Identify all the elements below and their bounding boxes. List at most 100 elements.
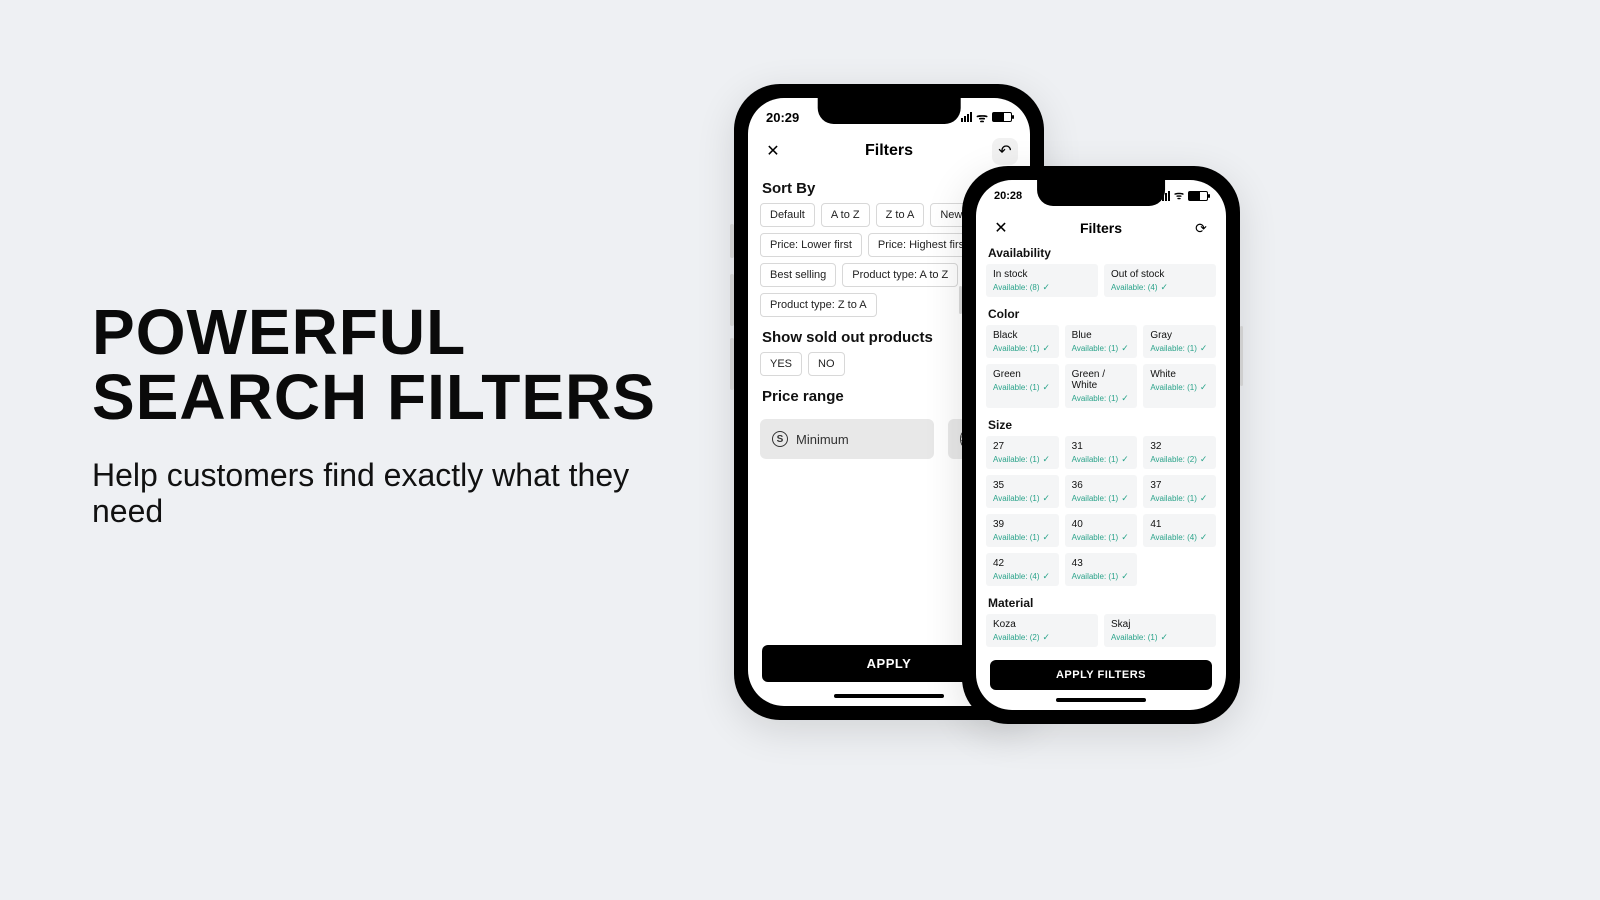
filter-tile[interactable]: 42Available: (4)✓: [986, 553, 1059, 586]
sort-chip[interactable]: Product type: A to Z: [842, 263, 958, 287]
soldout-chip[interactable]: NO: [808, 352, 845, 376]
availability-title: Availability: [976, 240, 1226, 264]
filter-tile[interactable]: 31Available: (1)✓: [1065, 436, 1138, 469]
check-icon: ✓: [1200, 382, 1208, 393]
tile-label: 39: [993, 519, 1052, 530]
availability-tiles: In stockAvailable: (8)✓ Out of stock Avail…: [976, 264, 1226, 301]
tile-label: Gray: [1150, 330, 1209, 341]
tile-available: Available: (1)✓: [1072, 454, 1131, 465]
check-icon: ✓: [1121, 571, 1129, 582]
tile-label: 32: [1150, 441, 1209, 452]
check-icon: ✓: [1200, 493, 1208, 504]
tile-label: 37: [1150, 480, 1209, 491]
wifi-icon: ᯤ: [976, 108, 988, 126]
tile-available: Available: (1)✓: [993, 454, 1052, 465]
sort-chip[interactable]: Price: Highest first: [868, 233, 977, 257]
close-icon[interactable]: ✕: [988, 215, 1014, 241]
filter-tile[interactable]: 40Available: (1)✓: [1065, 514, 1138, 547]
check-icon: ✓: [1121, 343, 1129, 354]
filter-tile[interactable]: 27 Available: (1)✓: [986, 436, 1059, 469]
battery-icon: [1188, 191, 1208, 201]
tile-label: Skaj: [1111, 619, 1209, 630]
filter-tile[interactable]: Green / WhiteAvailable: (1)✓: [1065, 364, 1138, 408]
status-time: 20:28: [994, 190, 1022, 202]
tile-label: 27: [993, 441, 1052, 452]
color-title: Color: [976, 301, 1226, 325]
status-time: 20:29: [766, 110, 799, 125]
undo-icon[interactable]: ↶: [992, 138, 1018, 164]
filter-tile[interactable]: 37Available: (1)✓: [1143, 475, 1216, 508]
sort-chip[interactable]: A to Z: [821, 203, 870, 227]
size-tiles: 27Available: (1)✓31Available: (1)✓32Avai…: [976, 436, 1226, 590]
filter-tile[interactable]: 43Available: (1)✓: [1065, 553, 1138, 586]
price-min-input[interactable]: S Minimum: [760, 419, 934, 459]
tile-available: Available: (4)✓: [1111, 282, 1209, 293]
filter-tile[interactable]: GreenAvailable: (1)✓: [986, 364, 1059, 408]
check-icon: ✓: [1200, 532, 1208, 543]
refresh-icon[interactable]: ⟳: [1188, 215, 1214, 241]
check-icon: ✓: [1200, 454, 1208, 465]
tile-label: 36: [1072, 480, 1131, 491]
sort-chip[interactable]: Best selling: [760, 263, 836, 287]
filter-tile[interactable]: 32 Available: (2)✓: [1143, 436, 1216, 469]
tile-label: Out of stock: [1111, 269, 1209, 280]
tile-label: 41: [1150, 519, 1209, 530]
check-icon: ✓: [1043, 571, 1051, 582]
wifi-icon: ᯤ: [1174, 188, 1184, 203]
check-icon: ✓: [1043, 282, 1051, 293]
home-indicator: [834, 694, 944, 698]
filter-tile[interactable]: KozaAvailable: (2)✓: [986, 614, 1098, 647]
sort-chip[interactable]: Default: [760, 203, 815, 227]
tile-available: Available: (1)✓: [993, 493, 1052, 504]
tile-available: Available: (2)✓: [993, 632, 1091, 643]
check-icon: ✓: [1043, 493, 1051, 504]
tile-label: Black: [993, 330, 1052, 341]
status-bar: 20:28 ᯤ: [976, 180, 1226, 207]
sort-chip[interactable]: Z to A: [876, 203, 925, 227]
tile-available: Available: (1)✓: [1072, 532, 1131, 543]
hero-title: POWERFUL SEARCH FILTERS: [92, 300, 672, 431]
filter-tile[interactable]: Out of stock Available: (4)✓: [1104, 264, 1216, 297]
tile-available: Available: (1)✓: [1150, 343, 1209, 354]
filter-tile[interactable]: In stockAvailable: (8)✓: [986, 264, 1098, 297]
filter-tile[interactable]: BlueAvailable: (1)✓: [1065, 325, 1138, 358]
tile-available: Available: (1)✓: [1111, 632, 1209, 643]
tile-available: Available: (4)✓: [1150, 532, 1209, 543]
tile-label: 42: [993, 558, 1052, 569]
check-icon: ✓: [1043, 454, 1051, 465]
tile-available: Available: (1)✓: [993, 532, 1052, 543]
tile-label: 35: [993, 480, 1052, 491]
tile-available: Available: (8)✓: [993, 282, 1091, 293]
signal-icon: [961, 112, 972, 122]
color-tiles: BlackAvailable: (1)✓BlueAvailable: (1)✓G…: [976, 325, 1226, 412]
tile-available: Available: (2)✓: [1150, 454, 1209, 465]
material-tiles: KozaAvailable: (2)✓ Skaj Available: (1)✓: [976, 614, 1226, 651]
sort-chip[interactable]: Price: Lower first: [760, 233, 862, 257]
filter-tile[interactable]: 41 Available: (4)✓: [1143, 514, 1216, 547]
apply-filters-button[interactable]: APPLY FILTERS: [990, 660, 1212, 690]
close-icon[interactable]: ✕: [760, 138, 786, 164]
currency-icon: S: [772, 431, 788, 447]
sort-chip[interactable]: Product type: Z to A: [760, 293, 877, 317]
check-icon: ✓: [1161, 632, 1169, 643]
material-title: Material: [976, 590, 1226, 614]
filter-tile[interactable]: WhiteAvailable: (1)✓: [1143, 364, 1216, 408]
check-icon: ✓: [1043, 532, 1051, 543]
check-icon: ✓: [1161, 282, 1169, 293]
tile-label: 43: [1072, 558, 1131, 569]
filter-tile[interactable]: BlackAvailable: (1)✓: [986, 325, 1059, 358]
filter-tile[interactable]: Skaj Available: (1)✓: [1104, 614, 1216, 647]
product-type-title: Product type: [976, 651, 1226, 652]
tile-available: Available: (1)✓: [993, 382, 1052, 393]
filter-tile[interactable]: 35 Available: (1)✓: [986, 475, 1059, 508]
filter-tile[interactable]: 39 Available: (1)✓: [986, 514, 1059, 547]
hero-text: POWERFUL SEARCH FILTERS Help customers f…: [92, 300, 672, 530]
filter-tile[interactable]: 36 Available: (1)✓: [1065, 475, 1138, 508]
filter-tile[interactable]: Gray Available: (1)✓: [1143, 325, 1216, 358]
soldout-chip[interactable]: YES: [760, 352, 802, 376]
check-icon: ✓: [1121, 393, 1129, 404]
tile-available: Available: (1)✓: [1072, 493, 1131, 504]
check-icon: ✓: [1200, 343, 1208, 354]
phone-mockup-filters-facets: 20:28 ᯤ ✕ Filters ⟳ Availability In stoc…: [962, 166, 1240, 724]
header-title: Filters: [865, 142, 913, 160]
